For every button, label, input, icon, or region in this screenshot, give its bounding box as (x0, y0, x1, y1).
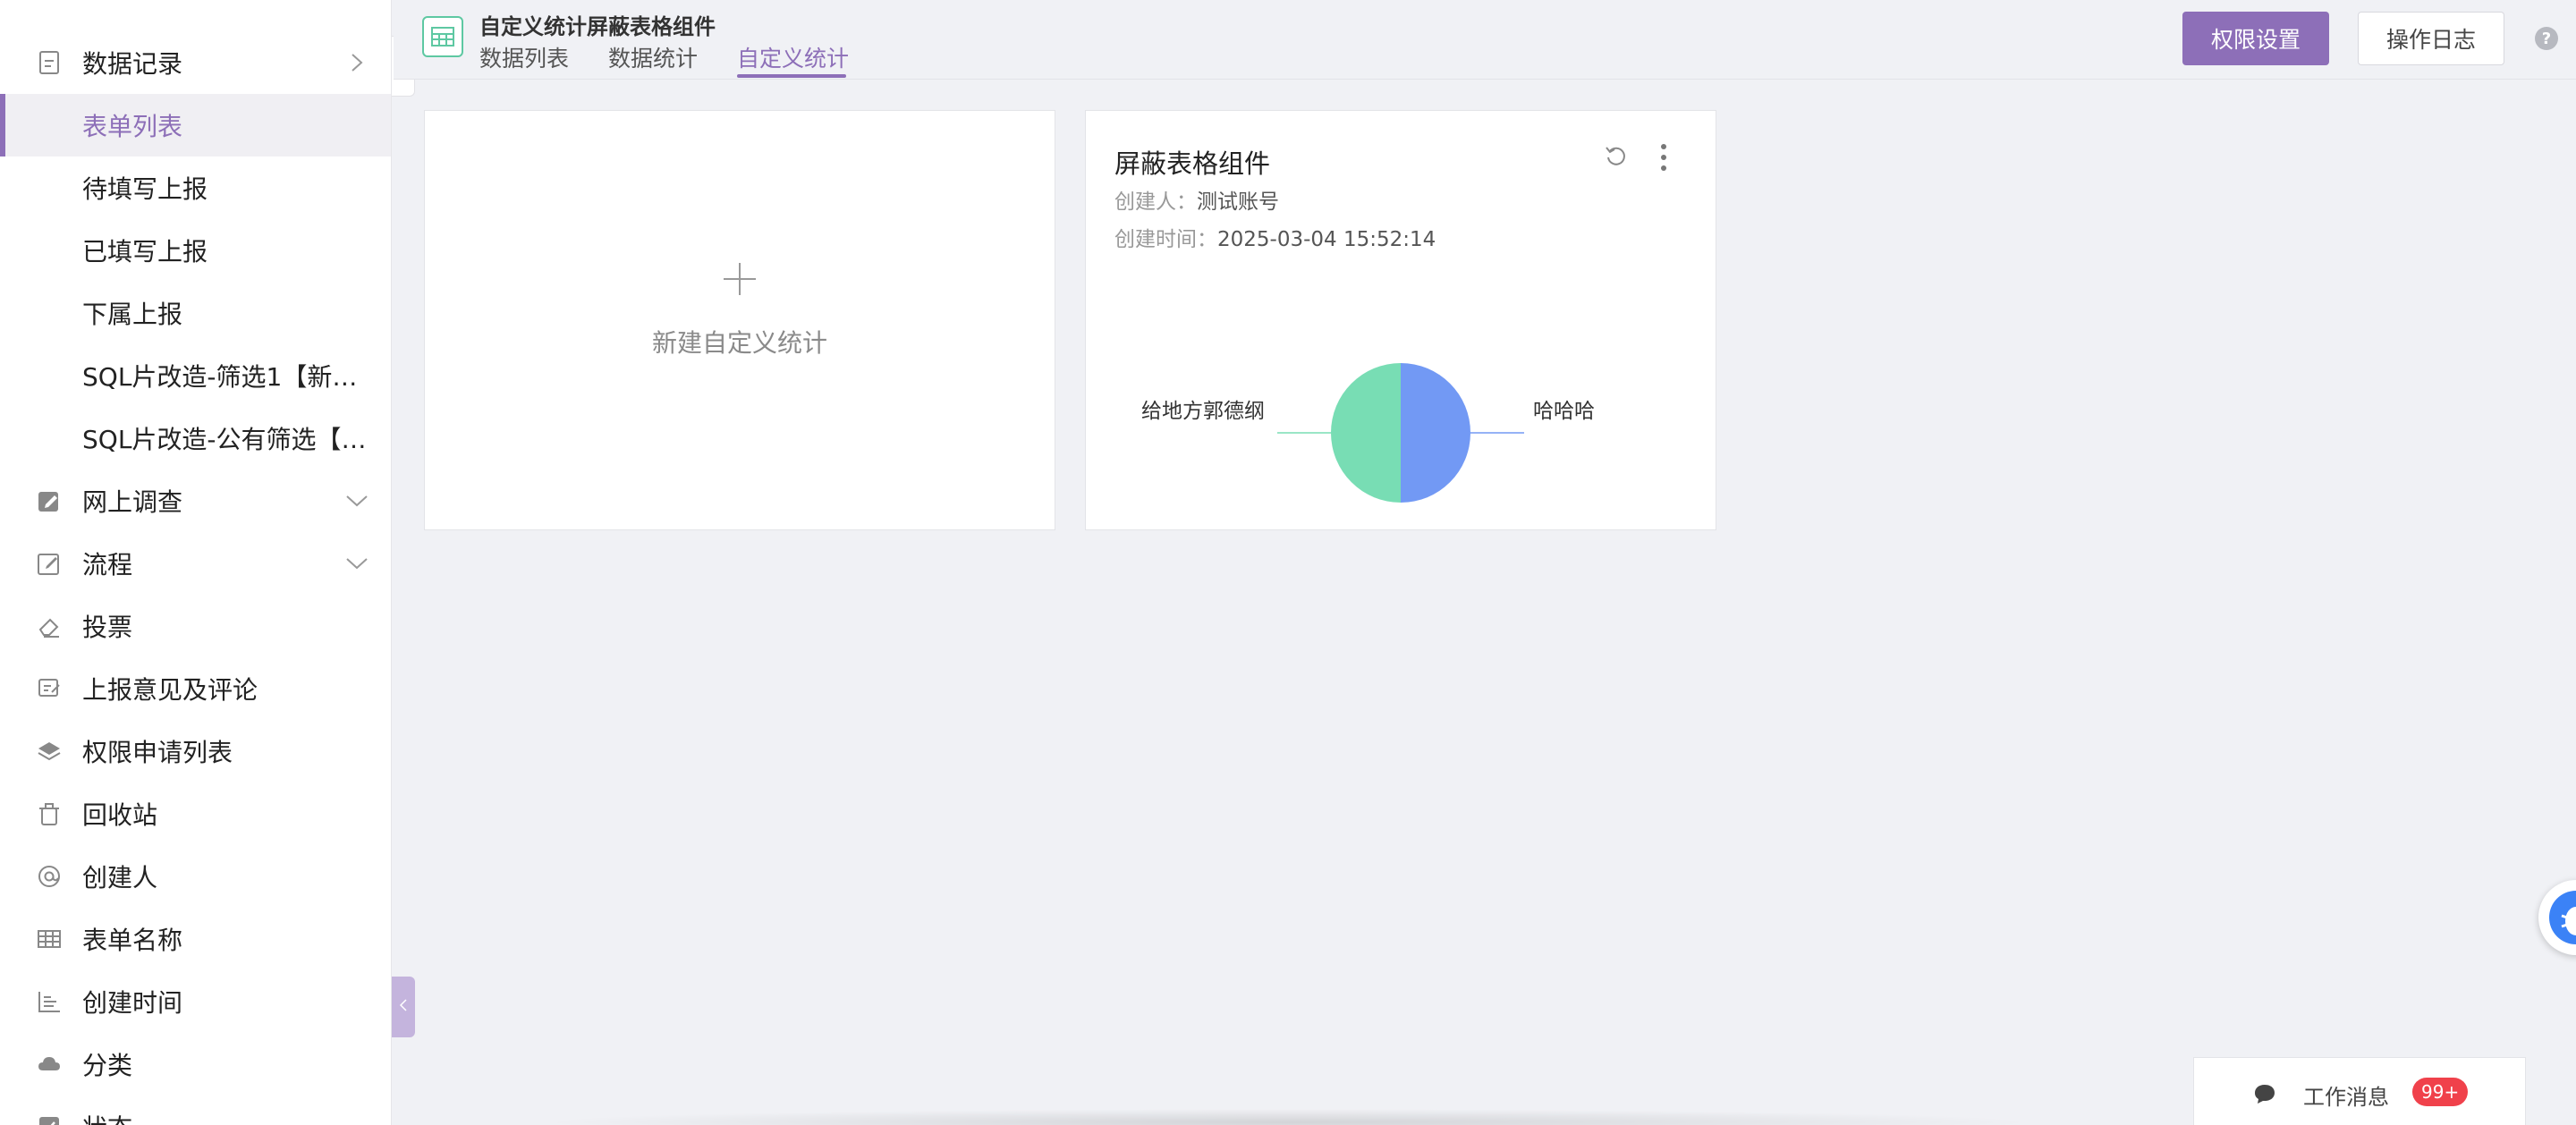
unread-count-badge: 99+ (2412, 1078, 2469, 1106)
sidebar-item-label: 状态 (82, 1109, 132, 1125)
sidebar-item-sql-filter-1[interactable]: SQL片改造-筛选1【新… (0, 344, 391, 407)
file-doc-icon (36, 49, 63, 76)
edit-icon (36, 487, 63, 514)
layers-icon (36, 738, 63, 765)
sidebar-collapse-button[interactable] (392, 977, 415, 1037)
comment-edit-icon (36, 675, 63, 702)
sidebar-item-form-list[interactable]: 表单列表 (0, 94, 391, 156)
permission-settings-button[interactable]: 权限设置 (2182, 12, 2329, 65)
creator-meta: 创建人：测试账号 (1114, 184, 1279, 215)
active-tab-indicator (737, 74, 846, 78)
sidebar-item-label: 下属上报 (82, 300, 183, 329)
created-time-meta: 创建时间：2025-03-04 15:52:14 (1114, 222, 1436, 252)
sidebar-item-workflow[interactable]: 流程 (0, 532, 391, 595)
created-time-label: 创建时间： (1114, 228, 1217, 251)
bottom-shadow (537, 1109, 2039, 1125)
sidebar-item-label: 投票 (82, 613, 133, 642)
statistic-card-title: 屏蔽表格组件 (1114, 148, 1271, 179)
sidebar-item-status[interactable]: 状态 (0, 1095, 391, 1125)
sidebar-item-label: 已填写上报 (82, 237, 208, 266)
pie-chart (1277, 363, 1524, 503)
check-square-icon (36, 1113, 63, 1125)
sidebar-item-pending-report[interactable]: 待填写上报 (0, 156, 391, 219)
sidebar-item-online-survey[interactable]: 网上调查 (0, 469, 391, 532)
pie-slice-1 (1331, 363, 1401, 503)
form-table-icon (422, 16, 463, 57)
work-messages-label: 工作消息 (2303, 1085, 2389, 1110)
sidebar-item-label: 数据记录 (82, 49, 183, 79)
operation-log-button[interactable]: 操作日志 (2358, 12, 2504, 65)
chevron-down-icon (345, 552, 369, 575)
new-custom-statistic-card[interactable]: 新建自定义统计 (424, 110, 1055, 530)
sidebar-item-label: 上报意见及评论 (82, 675, 258, 705)
pie-label-hahaha: 哈哈哈 (1533, 400, 1595, 423)
sidebar-item-label: 表单名称 (82, 926, 183, 955)
refresh-icon[interactable] (1603, 143, 1630, 170)
plus-icon (724, 263, 756, 295)
tab-data-list[interactable]: 数据列表 (479, 41, 569, 73)
sidebar-item-label: 待填写上报 (82, 174, 208, 204)
floating-debug-button[interactable] (2538, 880, 2576, 955)
sidebar-item-subordinate-report[interactable]: 下属上报 (0, 282, 391, 344)
sidebar: 数据记录 表单列表 待填写上报 已填写上报 下属上报 SQL片改造-筛选1【新…… (0, 0, 392, 1125)
help-icon[interactable]: ? (2535, 27, 2558, 50)
new-custom-statistic-label: 新建自定义统计 (651, 328, 827, 358)
work-messages-button[interactable]: 工作消息 99+ (2193, 1057, 2526, 1125)
trash-icon (36, 800, 63, 827)
pie-label-geidifang: 给地方郭德纲 (1141, 400, 1265, 423)
chevron-right-icon (345, 51, 369, 74)
sidebar-item-permission-requests[interactable]: 权限申请列表 (0, 720, 391, 782)
edit-doc-icon (36, 550, 63, 577)
sidebar-item-label: 回收站 (82, 800, 158, 830)
sidebar-item-category[interactable]: 分类 (0, 1033, 391, 1095)
sidebar-item-feedback-comments[interactable]: 上报意见及评论 (0, 657, 391, 720)
creator-label: 创建人： (1114, 190, 1197, 214)
table-icon (36, 926, 63, 952)
sidebar-item-sql-public-filter[interactable]: SQL片改造-公有筛选【… (0, 407, 391, 469)
bar-chart-icon (36, 988, 63, 1015)
tab-data-statistics[interactable]: 数据统计 (608, 41, 698, 73)
sidebar-item-label: SQL片改造-公有筛选【… (82, 425, 367, 454)
sidebar-item-label: 创建时间 (82, 988, 183, 1018)
sidebar-item-label: 网上调查 (82, 487, 183, 517)
sidebar-item-creator[interactable]: 创建人 (0, 845, 391, 908)
sidebar-item-label: 流程 (82, 550, 133, 579)
chat-bubble-icon (2253, 1083, 2276, 1104)
bug-icon (2549, 891, 2576, 944)
sidebar-item-recycle-bin[interactable]: 回收站 (0, 782, 391, 845)
sidebar-item-label: SQL片改造-筛选1【新… (82, 362, 358, 392)
statistic-card: 屏蔽表格组件 创建人：测试账号 创建时间：2025-03-04 15:52:14… (1085, 110, 1716, 530)
at-icon (36, 863, 63, 890)
chevron-left-icon (399, 998, 408, 1016)
sidebar-item-created-time[interactable]: 创建时间 (0, 970, 391, 1033)
page-title: 自定义统计屏蔽表格组件 (479, 14, 716, 39)
sidebar-item-filled-report[interactable]: 已填写上报 (0, 219, 391, 282)
sidebar-item-vote[interactable]: 投票 (0, 595, 391, 657)
more-vertical-icon[interactable] (1655, 143, 1673, 172)
sidebar-item-data-records[interactable]: 数据记录 (0, 31, 391, 94)
pie-slice-0 (1401, 363, 1470, 503)
created-time-value: 2025-03-04 15:52:14 (1217, 228, 1436, 251)
sidebar-item-form-name[interactable]: 表单名称 (0, 908, 391, 970)
tab-custom-statistics[interactable]: 自定义统计 (737, 41, 849, 73)
creator-value: 测试账号 (1197, 190, 1279, 214)
sidebar-item-label: 表单列表 (82, 112, 183, 141)
sidebar-item-label: 分类 (82, 1051, 133, 1080)
sidebar-item-label: 创建人 (82, 863, 158, 892)
eraser-icon (36, 613, 63, 639)
chevron-down-icon (345, 489, 369, 512)
cloud-icon (36, 1051, 63, 1078)
sidebar-item-label: 权限申请列表 (82, 738, 233, 767)
